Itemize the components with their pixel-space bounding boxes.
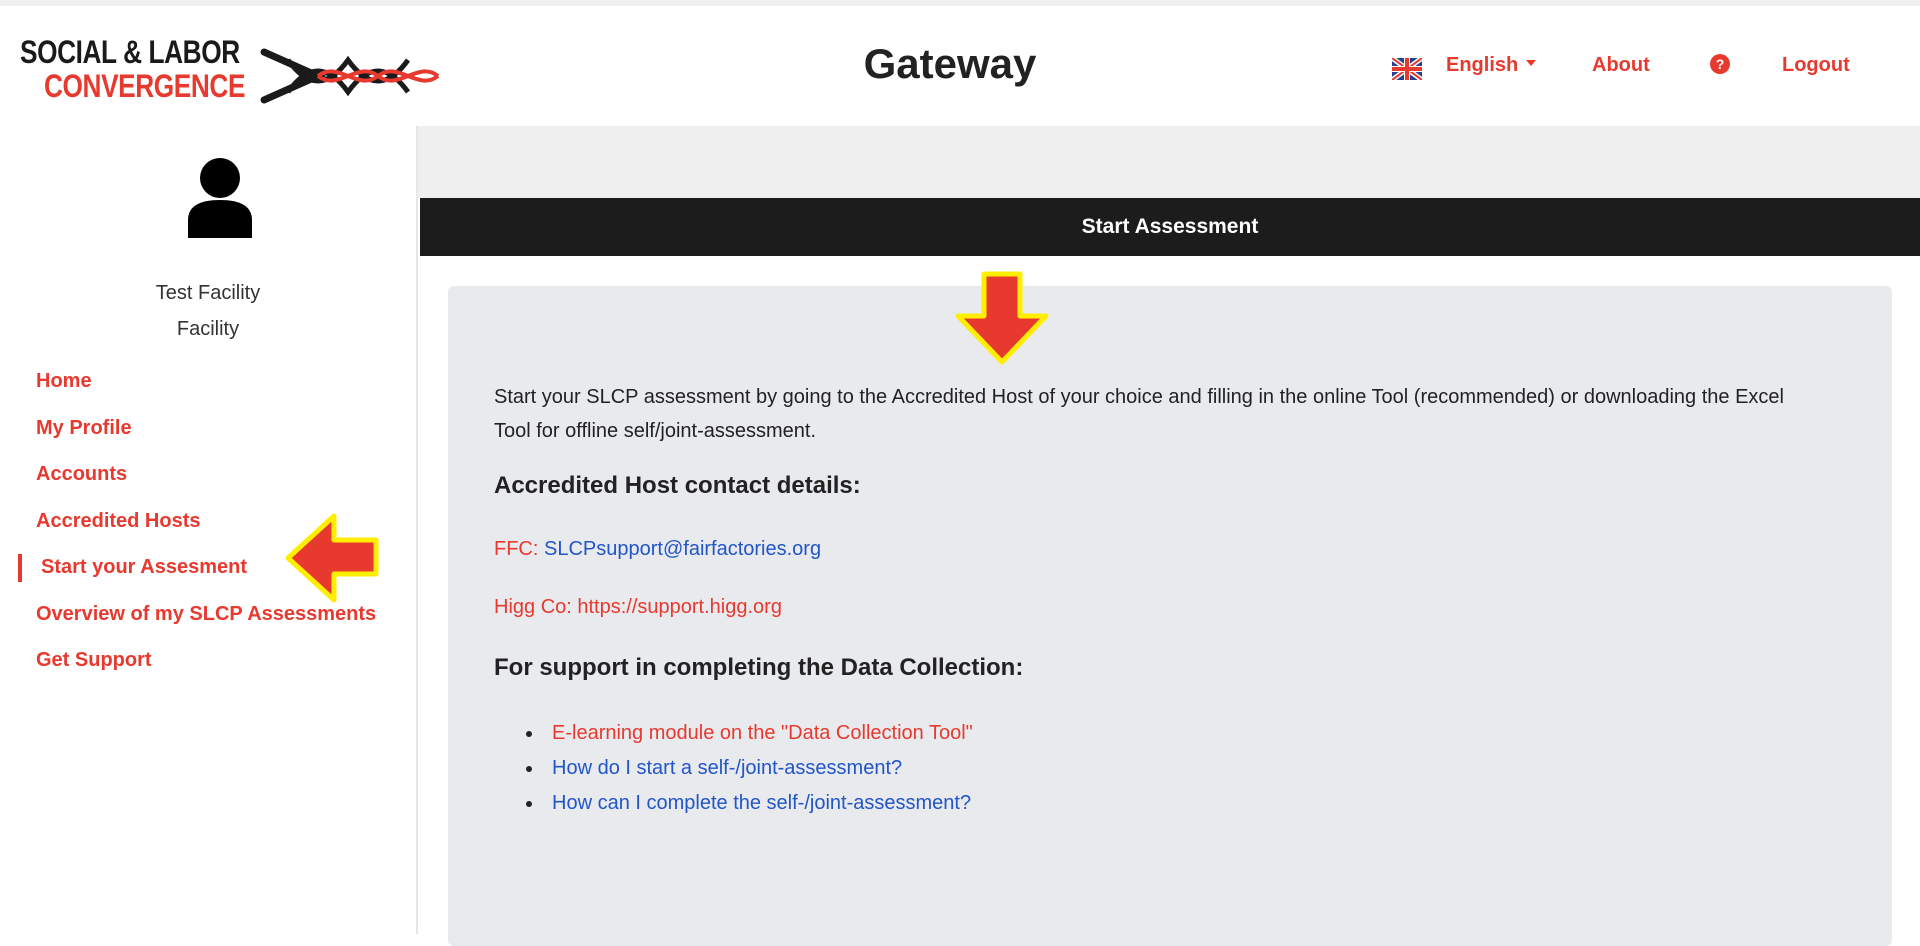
contact-heading: Accredited Host contact details: [494, 472, 861, 499]
question-circle-icon[interactable]: ? [1710, 54, 1730, 74]
start-self-assessment-link[interactable]: How do I start a self-/joint-assessment? [552, 757, 902, 779]
higg-label: Higg Co: [494, 596, 578, 618]
about-link[interactable]: About [1592, 54, 1650, 77]
facility-type: Facility [176, 318, 240, 340]
ffc-contact: FFC: SLCPsupport@fairfactories.org [494, 538, 821, 561]
higg-contact: Higg Co: https://support.higg.org [494, 596, 782, 619]
ffc-email-link[interactable]: SLCPsupport@fairfactories.org [544, 538, 821, 560]
annotation-arrow-down-icon [955, 271, 1049, 365]
list-item: How do I start a self-/joint-assessment? [494, 751, 973, 786]
chevron-down-icon [1526, 59, 1537, 66]
slc-logo[interactable]: SOCIAL & LABOR CONVERGENCE [20, 34, 440, 114]
uk-flag-icon [1392, 58, 1422, 80]
support-links-list: E-learning module on the "Data Collectio… [494, 716, 973, 821]
sidebar-item-my-profile[interactable]: My Profile [0, 405, 416, 452]
ffc-label: FFC: [494, 538, 544, 560]
annotation-arrow-left-icon [285, 513, 379, 603]
language-label: English [1446, 54, 1519, 76]
logo-mark-icon [260, 48, 440, 104]
intro-text: Start your SLCP assessment by going to t… [494, 386, 1784, 442]
language-dropdown[interactable]: English [1446, 54, 1537, 77]
higg-url-link[interactable]: https://support.higg.org [577, 596, 782, 618]
support-heading: For support in completing the Data Colle… [494, 654, 1024, 681]
complete-self-assessment-link[interactable]: How can I complete the self-/joint-asses… [552, 792, 971, 814]
user-icon [188, 158, 252, 238]
facility-name: Test Facility [155, 282, 261, 304]
list-item: E-learning module on the "Data Collectio… [494, 716, 973, 751]
page-title-banner: Start Assessment [420, 198, 1920, 256]
app-title: Gateway [863, 40, 1037, 87]
logout-link[interactable]: Logout [1782, 54, 1850, 77]
sidebar-item-accounts[interactable]: Accounts [0, 451, 416, 498]
sidebar-item-get-support[interactable]: Get Support [0, 637, 416, 684]
logo-text-line2: CONVERGENCE [44, 68, 246, 104]
logo-text-line1: SOCIAL & LABOR [20, 34, 240, 70]
elearning-link[interactable]: E-learning module on the "Data Collectio… [552, 722, 973, 744]
main-top-spacer [418, 126, 1920, 198]
list-item: How can I complete the self-/joint-asses… [494, 786, 973, 821]
sidebar-item-home[interactable]: Home [0, 358, 416, 405]
